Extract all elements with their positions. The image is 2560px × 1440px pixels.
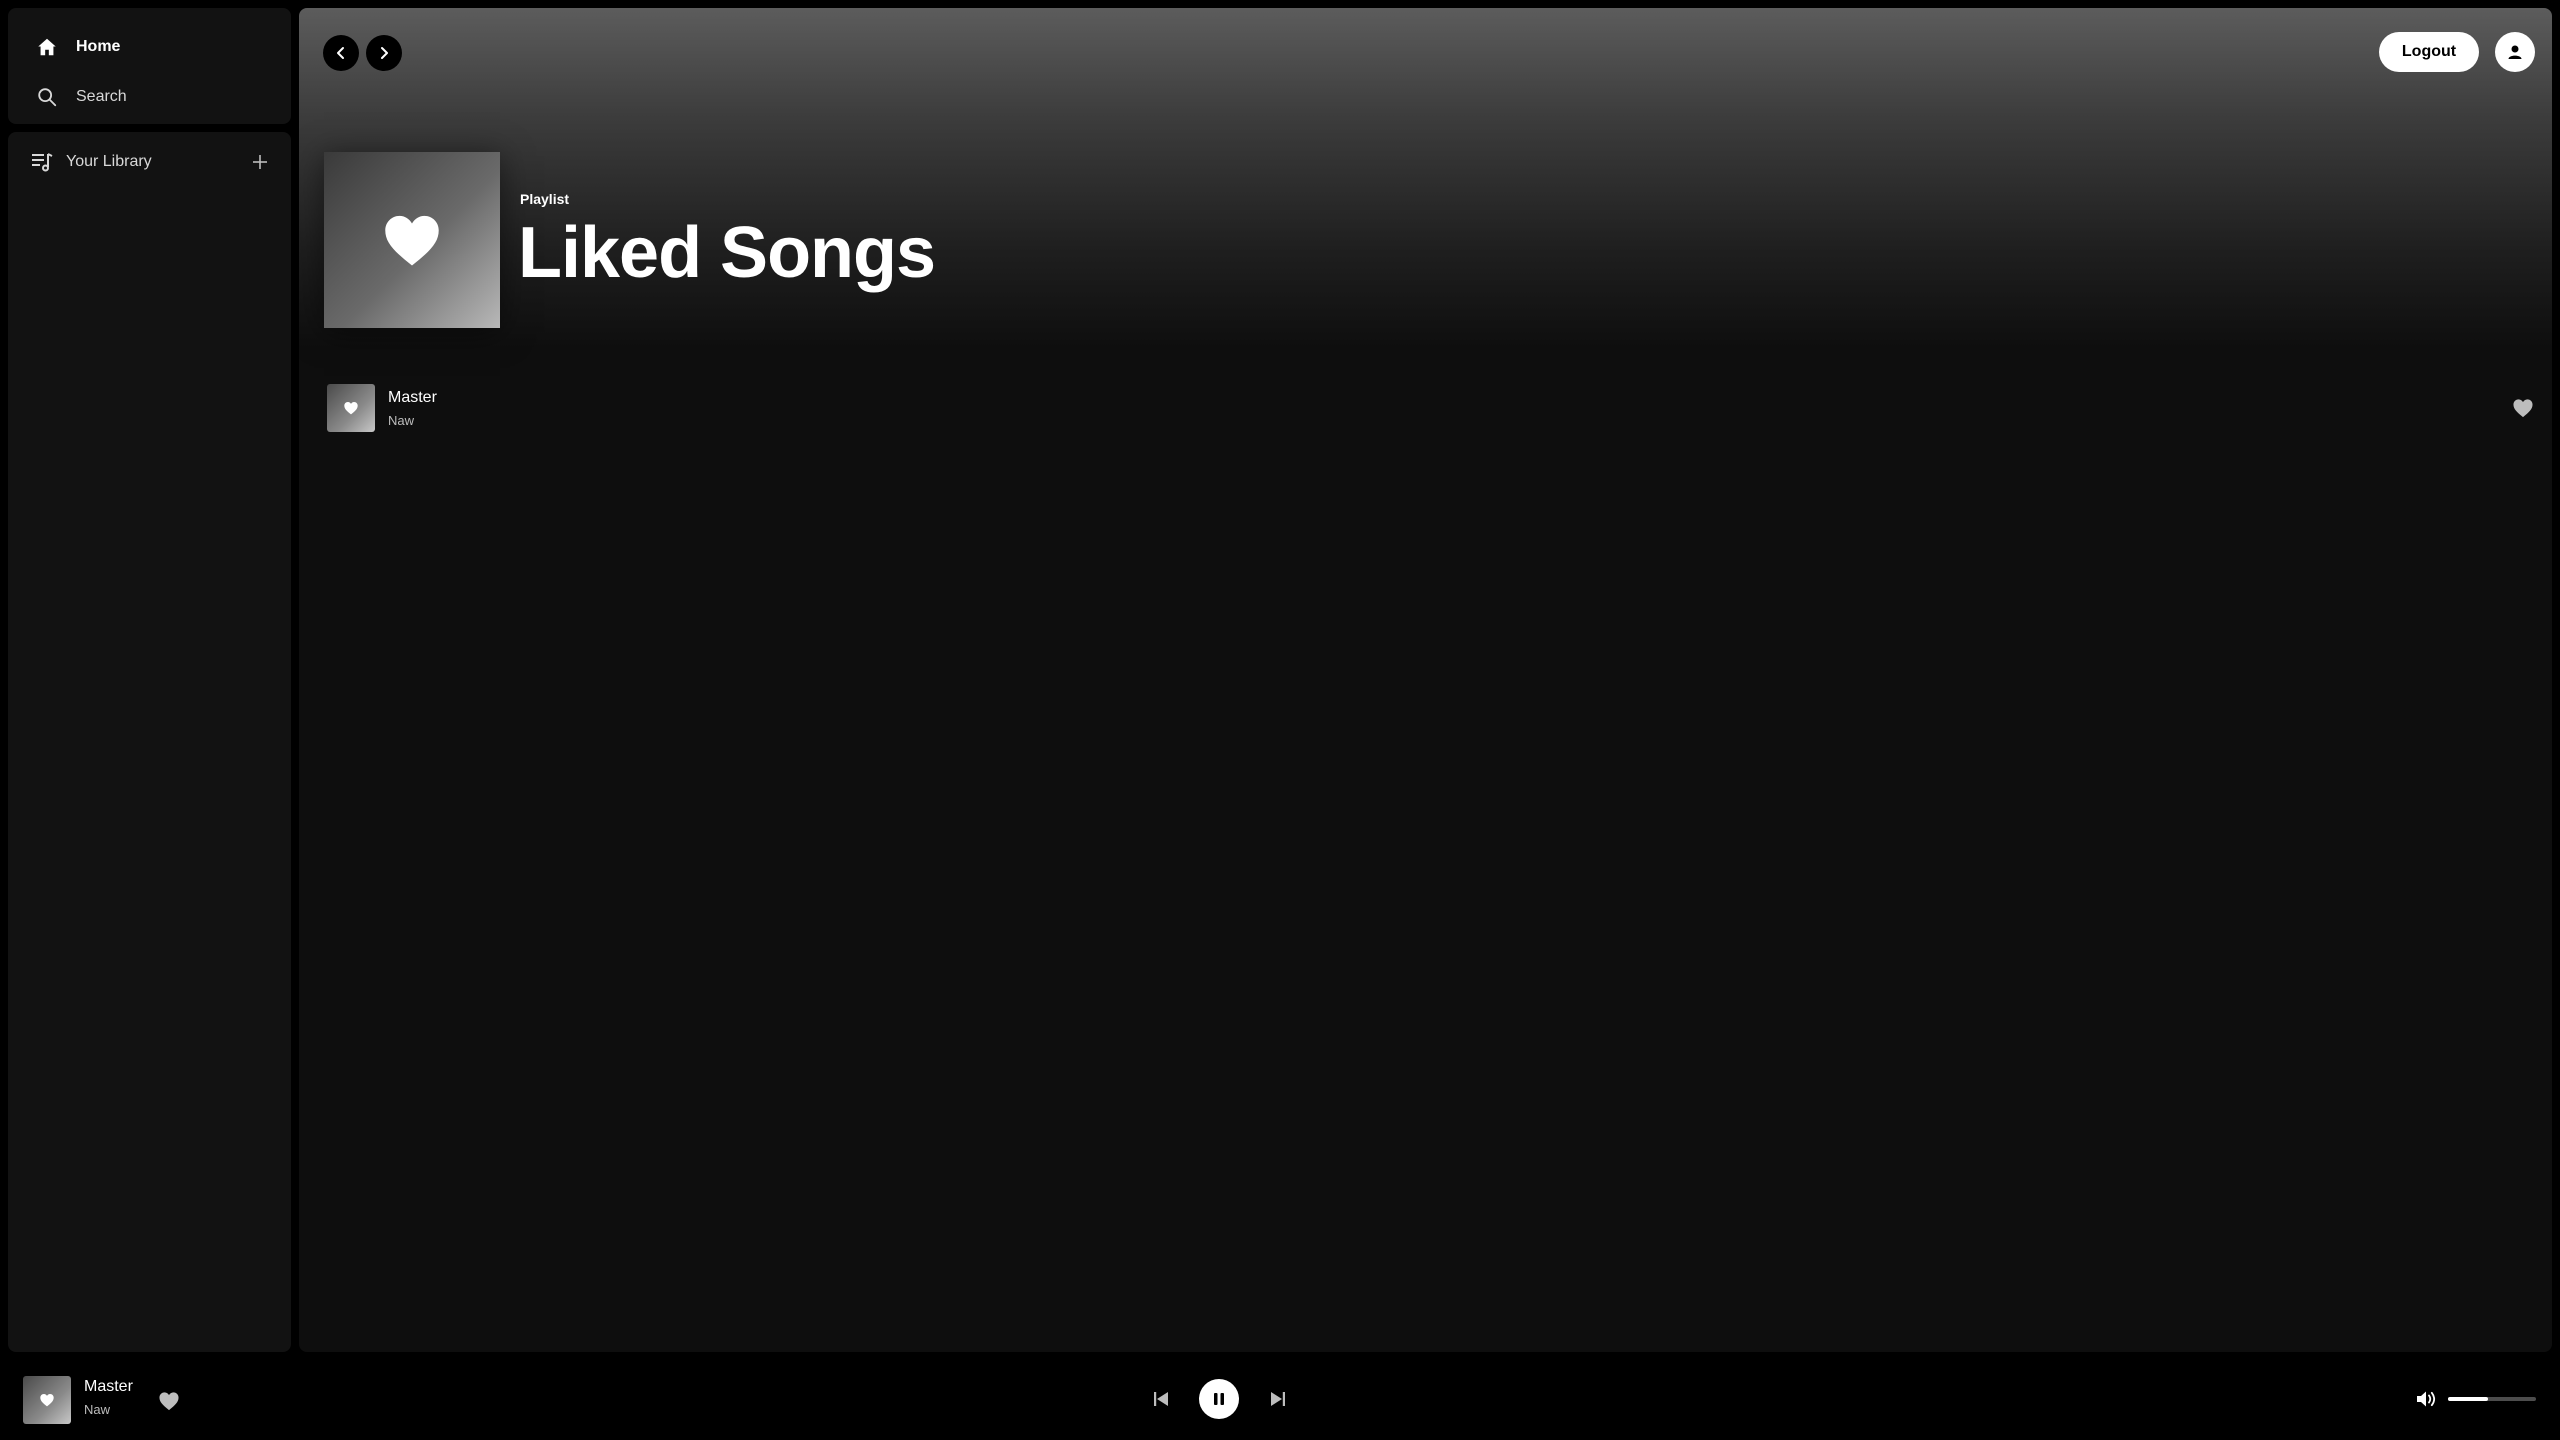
app: Home Search Your Library Logout Playlist… <box>0 0 2560 1440</box>
heart-icon <box>344 401 358 415</box>
create-playlist-button[interactable] <box>247 149 273 175</box>
heart-icon <box>385 215 439 266</box>
chevron-left-icon <box>337 47 344 59</box>
now-playing-meta: Master Naw <box>84 1378 133 1417</box>
next-track-button[interactable] <box>1265 1386 1291 1412</box>
chevron-right-icon <box>381 47 388 59</box>
song-thumbnail <box>327 384 375 432</box>
pause-icon <box>1214 1393 1224 1405</box>
now-playing-title: Master <box>84 1378 133 1395</box>
library-panel: Your Library <box>8 132 291 1352</box>
library-icon <box>32 153 53 172</box>
volume-button[interactable] <box>2414 1386 2440 1412</box>
home-icon <box>38 38 56 56</box>
forward-button[interactable] <box>366 35 402 71</box>
song-row[interactable]: Master Naw <box>327 380 2537 436</box>
player-bar: Master Naw <box>0 1352 2560 1440</box>
volume-icon <box>2417 1391 2436 1407</box>
nav-home-label: Home <box>76 38 121 55</box>
song-meta: Master Naw <box>388 389 437 428</box>
sidebar-nav: Home Search <box>8 8 291 124</box>
skip-forward-icon <box>1271 1392 1285 1406</box>
search-icon <box>38 88 57 107</box>
now-playing-thumbnail <box>23 1376 71 1424</box>
nav-search-label: Search <box>76 88 127 105</box>
logout-button[interactable]: Logout <box>2379 32 2479 72</box>
volume-slider[interactable] <box>2448 1397 2536 1401</box>
song-like-button[interactable] <box>2509 394 2537 422</box>
playlist-type-label: Playlist <box>520 191 570 207</box>
playlist-cover <box>324 152 500 328</box>
back-button[interactable] <box>323 35 359 71</box>
nav-home[interactable]: Home <box>36 36 120 58</box>
now-playing-like-button[interactable] <box>156 1388 182 1414</box>
song-artist: Naw <box>388 412 415 428</box>
plus-icon <box>253 155 267 169</box>
library-label: Your Library <box>66 153 152 170</box>
previous-track-button[interactable] <box>1148 1386 1174 1412</box>
volume-level <box>2448 1397 2488 1401</box>
user-menu-button[interactable] <box>2495 32 2535 72</box>
heart-icon <box>2513 399 2533 418</box>
library-button[interactable]: Your Library <box>30 150 152 174</box>
heart-icon <box>159 1392 179 1411</box>
heart-icon <box>40 1393 54 1407</box>
play-pause-button[interactable] <box>1199 1379 1239 1419</box>
user-icon <box>2508 45 2522 59</box>
song-title: Master <box>388 388 437 406</box>
nav-search[interactable]: Search <box>36 86 127 108</box>
library-header: Your Library <box>30 148 273 176</box>
now-playing-artist: Naw <box>84 1402 111 1417</box>
skip-back-icon <box>1154 1392 1168 1406</box>
main-view: Logout Playlist Liked Songs Master Naw <box>299 8 2552 1352</box>
page-title: Liked Songs <box>518 213 936 293</box>
